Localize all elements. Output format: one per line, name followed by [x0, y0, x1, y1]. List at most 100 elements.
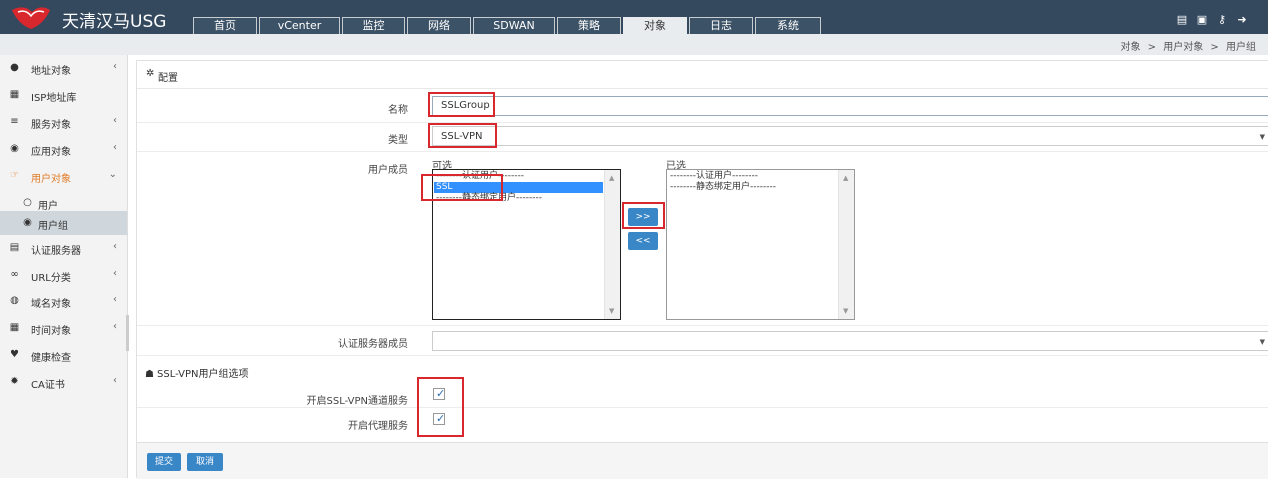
name-label: 名称 — [388, 105, 408, 116]
config-panel: ✲ 配置 名称 SSLGroup 类型 SSL-VPN ▼ 用户成员 可选 已选… — [136, 60, 1268, 479]
tab-monitor[interactable]: 监控 — [342, 17, 405, 34]
top-navbar: 天清汉马USG 首页 vCenter 监控 网络 SDWAN 策略 对象 日志 … — [0, 0, 1268, 34]
tab-logs[interactable]: 日志 — [689, 17, 753, 34]
available-members-list[interactable]: --------认证用户-------- SSL --------静态绑定用户-… — [432, 169, 621, 320]
breadcrumb-separator: > — [1147, 42, 1157, 53]
cancel-button[interactable]: 取消 — [187, 453, 223, 471]
caret-down-icon: ▼ — [1259, 338, 1265, 346]
hand-icon: ☞ — [10, 170, 19, 181]
book-icon[interactable]: ▤ — [1176, 14, 1188, 26]
auth-server-select[interactable]: ▼ — [432, 331, 1268, 351]
circle-icon: ○ — [23, 197, 32, 208]
tab-system[interactable]: 系统 — [755, 17, 821, 34]
list-scrollbar[interactable]: ▲ ▼ — [838, 170, 854, 319]
chevron-down-icon: ⌄ — [108, 169, 117, 180]
tab-policy[interactable]: 策略 — [557, 17, 621, 34]
sslvpn-section-header: ☗ SSL-VPN用户组选项 — [145, 365, 248, 380]
sidebar-item-label: URL分类 — [31, 273, 71, 284]
sidebar-item-health-check[interactable]: ♥ 健康检查 — [0, 342, 127, 368]
users-icon: ☗ — [145, 369, 154, 380]
sidebar-item-service-objects[interactable]: ≡ 服务对象 ‹ — [0, 109, 127, 135]
certificate-icon: ✹ — [10, 376, 19, 387]
gamepad-icon: ◉ — [10, 143, 19, 154]
link-icon: ∞ — [10, 269, 19, 280]
sidebar: ● 地址对象 ‹ ▦ ISP地址库 ≡ 服务对象 ‹ ◉ 应用对象 ‹ ☞ 用户… — [0, 55, 129, 478]
sidebar-item-app-objects[interactable]: ◉ 应用对象 ‹ — [0, 136, 127, 162]
scroll-down-icon[interactable]: ▼ — [843, 307, 848, 315]
panel-header: ✲ 配置 — [137, 61, 1268, 89]
type-select-value: SSL-VPN — [441, 131, 483, 142]
selected-members-list[interactable]: --------认证用户-------- --------静态绑定用户-----… — [666, 169, 855, 320]
checkmark-icon: ✓ — [436, 412, 446, 425]
sidebar-item-address-objects[interactable]: ● 地址对象 ‹ — [0, 55, 127, 81]
sidebar-item-label: CA证书 — [31, 380, 65, 391]
chevron-left-icon: ‹ — [113, 61, 117, 72]
caret-down-icon: ▼ — [1259, 133, 1265, 141]
auth-server-label: 认证服务器成员 — [338, 339, 408, 350]
heartbeat-icon: ♥ — [10, 349, 19, 360]
dot-circle-icon: ◉ — [23, 217, 32, 228]
list-option[interactable]: --------静态绑定用户-------- — [434, 193, 603, 204]
sidebar-item-isp-library[interactable]: ▦ ISP地址库 — [0, 82, 127, 108]
name-input[interactable]: SSLGroup — [432, 96, 1268, 116]
tab-vcenter[interactable]: vCenter — [259, 17, 340, 34]
checkmark-icon: ✓ — [436, 387, 446, 400]
sidebar-item-ca-cert[interactable]: ✹ CA证书 ‹ — [0, 369, 127, 395]
logout-icon[interactable]: ➜ — [1236, 14, 1248, 26]
sidebar-item-time-objects[interactable]: ▦ 时间对象 ‹ — [0, 315, 127, 341]
chevron-left-icon: ‹ — [113, 321, 117, 332]
remove-member-button[interactable]: << — [628, 232, 658, 250]
calendar-icon: ▦ — [9, 322, 20, 333]
list-option[interactable]: --------静态绑定用户-------- — [668, 182, 837, 193]
add-member-button[interactable]: >> — [628, 208, 658, 226]
sidebar-item-user-group[interactable]: ◉ 用户组 — [0, 211, 127, 235]
sidebar-item-user-objects[interactable]: ☞ 用户对象 ⌄ — [0, 163, 127, 189]
breadcrumb-user-group: 用户组 — [1226, 42, 1256, 53]
breadcrumb-separator: > — [1210, 42, 1219, 53]
sidebar-item-label: 服务对象 — [31, 120, 71, 131]
divider — [137, 407, 1268, 408]
list-option-ssl[interactable]: SSL — [434, 182, 603, 193]
toolbar-icons: ▤ ▣ ⚷ ➜ — [1176, 14, 1256, 28]
sidebar-item-url-category[interactable]: ∞ URL分类 ‹ — [0, 262, 127, 288]
sidebar-item-label: ISP地址库 — [31, 93, 77, 104]
sidebar-item-label: 健康检查 — [31, 353, 71, 364]
panel-title: 配置 — [158, 73, 178, 84]
sidebar-scrollbar[interactable] — [126, 315, 129, 351]
map-icon: ▦ — [9, 89, 20, 100]
sidebar-item-label: 域名对象 — [31, 299, 71, 310]
scroll-up-icon[interactable]: ▲ — [843, 174, 848, 182]
proxy-service-checkbox[interactable]: ✓ — [433, 412, 446, 425]
tab-sdwan[interactable]: SDWAN — [473, 17, 555, 34]
tab-network[interactable]: 网络 — [407, 17, 471, 34]
list-option[interactable]: --------认证用户-------- — [434, 171, 603, 182]
sidebar-item-auth-servers[interactable]: ▤ 认证服务器 ‹ — [0, 235, 127, 261]
submit-button[interactable]: 提交 — [147, 453, 181, 471]
divider — [137, 325, 1268, 326]
list-option[interactable]: --------认证用户-------- — [668, 171, 837, 182]
app-title: 天清汉马USG — [62, 12, 167, 32]
proxy-service-label: 开启代理服务 — [348, 421, 408, 432]
breadcrumb-user-objects[interactable]: 用户对象 — [1163, 42, 1203, 53]
sidebar-item-domain-objects[interactable]: ◍ 域名对象 ‹ — [0, 288, 127, 314]
tunnel-service-checkbox[interactable]: ✓ — [433, 387, 446, 400]
breadcrumb-objects[interactable]: 对象 — [1120, 42, 1140, 53]
key-icon[interactable]: ⚷ — [1216, 14, 1228, 26]
chevron-left-icon: ‹ — [113, 115, 117, 126]
chevron-left-icon: ‹ — [113, 268, 117, 279]
chevron-left-icon: ‹ — [113, 294, 117, 305]
scroll-down-icon[interactable]: ▼ — [609, 307, 614, 315]
server-icon: ▤ — [9, 242, 20, 253]
chevron-left-icon: ‹ — [113, 375, 117, 386]
tab-objects[interactable]: 对象 — [623, 17, 687, 34]
list-scrollbar[interactable]: ▲ ▼ — [604, 170, 620, 319]
scroll-up-icon[interactable]: ▲ — [609, 174, 614, 182]
type-select[interactable]: SSL-VPN ▼ — [432, 126, 1268, 146]
save-icon[interactable]: ▣ — [1196, 14, 1208, 26]
tab-home[interactable]: 首页 — [193, 17, 257, 34]
breadcrumb: 对象 > 用户对象 > 用户组 — [1116, 38, 1256, 53]
tunnel-service-label: 开启SSL-VPN通道服务 — [306, 396, 408, 407]
sidebar-item-label: 地址对象 — [31, 66, 71, 77]
divider — [137, 122, 1268, 123]
divider — [137, 151, 1268, 152]
